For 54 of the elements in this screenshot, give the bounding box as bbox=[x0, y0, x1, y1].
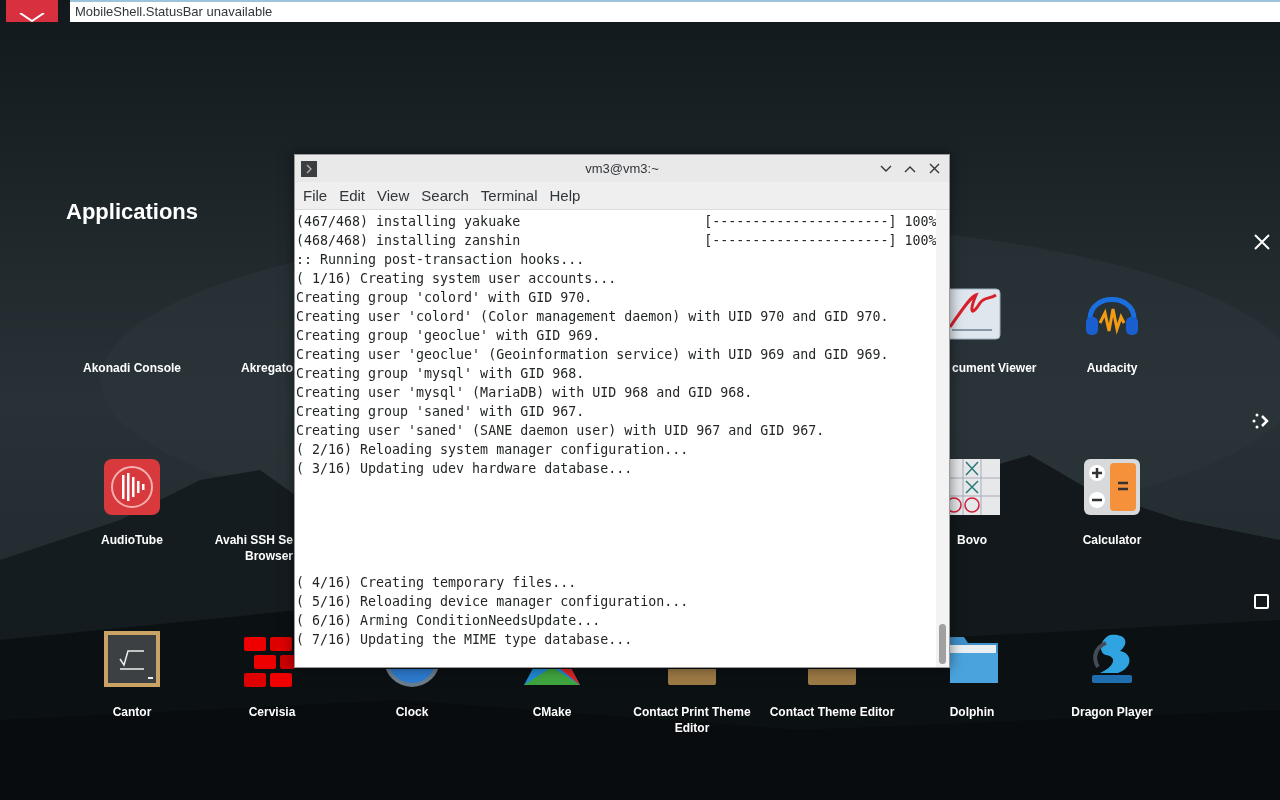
app-label[interactable]: Calculator bbox=[1082, 532, 1142, 548]
terminal-line: Creating user 'saned' (SANE daemon user) with UID 967 and GID 967. bbox=[295, 422, 825, 440]
close-icon[interactable] bbox=[1252, 232, 1272, 252]
terminal-line: (467/468) installing yakuake [----------------------] 100% bbox=[295, 213, 937, 231]
app-label[interactable]: Dolphin bbox=[949, 704, 995, 720]
menu-item[interactable]: Terminal bbox=[474, 185, 544, 206]
menu-item[interactable]: Edit bbox=[333, 185, 372, 206]
dropdown-button[interactable] bbox=[6, 0, 58, 22]
terminal-line: Creating group 'geoclue' with GID 969. bbox=[295, 327, 601, 345]
menu-item[interactable]: Help bbox=[543, 185, 587, 206]
app-label[interactable]: AudioTube bbox=[101, 532, 163, 548]
terminal-line: ( 1/16) Creating system user accounts... bbox=[295, 270, 617, 288]
status-field: MobileShell.StatusBar unavailable bbox=[70, 0, 1280, 22]
chevron-down-icon bbox=[19, 13, 45, 22]
terminal-line: ( 4/16) Creating temporary files... bbox=[295, 574, 577, 592]
app-label[interactable]: Dragon Player bbox=[1071, 704, 1153, 720]
terminal-line: Creating user 'mysql' (MariaDB) with UID 968 and GID 968. bbox=[295, 384, 753, 402]
terminal-line: (468/468) installing zanshin [----------------------] 100% bbox=[295, 232, 937, 250]
app-label[interactable]: Akregato bbox=[241, 360, 293, 376]
terminal-line: ( 6/16) Arming ConditionNeedsUpdate... bbox=[295, 612, 601, 630]
app-label[interactable]: Clock bbox=[395, 704, 429, 720]
app-label[interactable]: Cantor bbox=[112, 704, 152, 720]
app-label[interactable]: CMake bbox=[532, 704, 572, 720]
chevron-down-icon bbox=[880, 164, 892, 173]
app-label[interactable]: Avahi SSH Se Browser bbox=[214, 532, 293, 564]
terminal-line: Creating group 'mysql' with GID 968. bbox=[295, 365, 585, 383]
chevron-up-icon bbox=[904, 164, 916, 173]
terminal-line: Creating user 'geoclue' (Geoinformation service) with UID 969 and GID 969. bbox=[295, 346, 889, 364]
terminal-line: Creating user 'colord' (Color management daemon) with UID 970 and GID 970. bbox=[295, 308, 889, 326]
terminal-line: ( 7/16) Updating the MIME type database... bbox=[295, 631, 633, 649]
scrollbar-thumb[interactable] bbox=[939, 624, 946, 664]
terminal-line: Creating group 'saned' with GID 967. bbox=[295, 403, 585, 421]
dots-arrow-icon[interactable] bbox=[1252, 412, 1270, 430]
menu-item[interactable]: File bbox=[297, 185, 334, 206]
terminal-line: :: Running post-transaction hooks... bbox=[295, 251, 585, 269]
app-label[interactable]: Akonadi Console bbox=[83, 360, 181, 376]
terminal-icon bbox=[301, 160, 317, 177]
close-icon bbox=[928, 163, 940, 174]
app-label[interactable]: Contact Print Theme Editor bbox=[633, 704, 751, 736]
window-title: vm3@vm3:~ bbox=[585, 159, 659, 178]
terminal-line: ( 2/16) Reloading system manager configuration... bbox=[295, 441, 689, 459]
app-label[interactable]: Audacity bbox=[1086, 360, 1138, 376]
app-label[interactable]: Bovo bbox=[957, 532, 987, 548]
app-label[interactable]: Cervisia bbox=[248, 704, 296, 720]
menu-item[interactable]: Search bbox=[415, 185, 475, 206]
app-label[interactable]: Contact Theme Editor bbox=[769, 704, 895, 720]
menu-item[interactable]: View bbox=[371, 185, 416, 206]
terminal-line: ( 5/16) Reloading device manager configuration... bbox=[295, 593, 689, 611]
square-icon[interactable] bbox=[1254, 594, 1269, 609]
terminal-line: ( 3/16) Updating udev hardware database... bbox=[295, 460, 633, 478]
app-label[interactable]: cument Viewer bbox=[952, 360, 1037, 376]
terminal-line: Creating group 'colord' with GID 970. bbox=[295, 289, 593, 307]
launcher-title: Applications bbox=[66, 198, 198, 226]
scrollbar[interactable] bbox=[936, 210, 949, 667]
